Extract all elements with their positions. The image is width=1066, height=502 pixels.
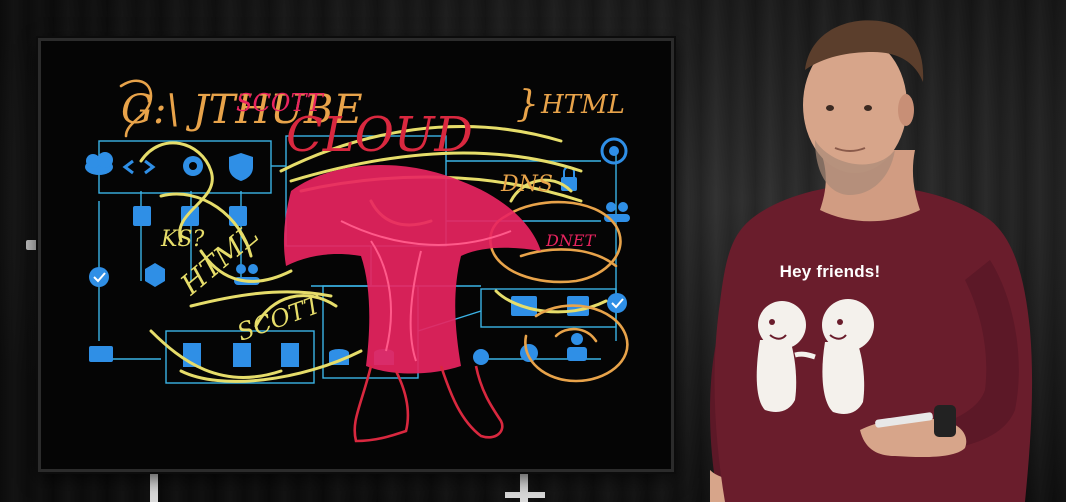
checkmark-icon xyxy=(607,293,627,313)
presenter-watch xyxy=(934,405,956,437)
target-icon xyxy=(600,137,628,165)
presenter-eye-left xyxy=(826,105,834,111)
cube-icon xyxy=(145,263,165,287)
digital-whiteboard: G:\ JTHUBE SCOTT CLOUD } HTML KS? HTML S… xyxy=(38,38,674,472)
cloud-icon xyxy=(85,152,113,175)
whiteboard-drawing: G:\ JTHUBE SCOTT CLOUD } HTML KS? HTML S… xyxy=(85,79,630,443)
brace-mark: } xyxy=(516,84,539,125)
checkmark-icon xyxy=(89,267,109,287)
presenter-ear xyxy=(898,94,914,126)
dns-label: DNS xyxy=(500,172,553,197)
building-icon xyxy=(183,343,299,367)
ks-label: KS? xyxy=(160,227,205,252)
cloud-label: CLOUD xyxy=(286,107,473,163)
presenter-eye-right xyxy=(864,105,872,111)
html-label: HTML xyxy=(540,90,625,120)
code-icon xyxy=(122,159,156,175)
shield-icon xyxy=(229,153,253,181)
shirt-slogan: Hey friends! xyxy=(779,262,881,281)
monitor-icon xyxy=(89,346,113,362)
shirt-character-right-body xyxy=(822,342,865,414)
presenter xyxy=(710,20,1033,502)
gear-icon xyxy=(183,156,203,176)
dnet-label: DNET xyxy=(545,231,597,250)
shirt-character-left-body xyxy=(756,340,797,412)
people-icon xyxy=(604,202,630,222)
board-side-clip xyxy=(26,240,38,250)
presentation-scene: G:\ JTHUBE SCOTT CLOUD } HTML KS? HTML S… xyxy=(0,0,1066,502)
scott-lower-label: SCOTT xyxy=(233,290,326,347)
easel-foot xyxy=(505,492,545,498)
checkmark-icon xyxy=(473,349,489,365)
